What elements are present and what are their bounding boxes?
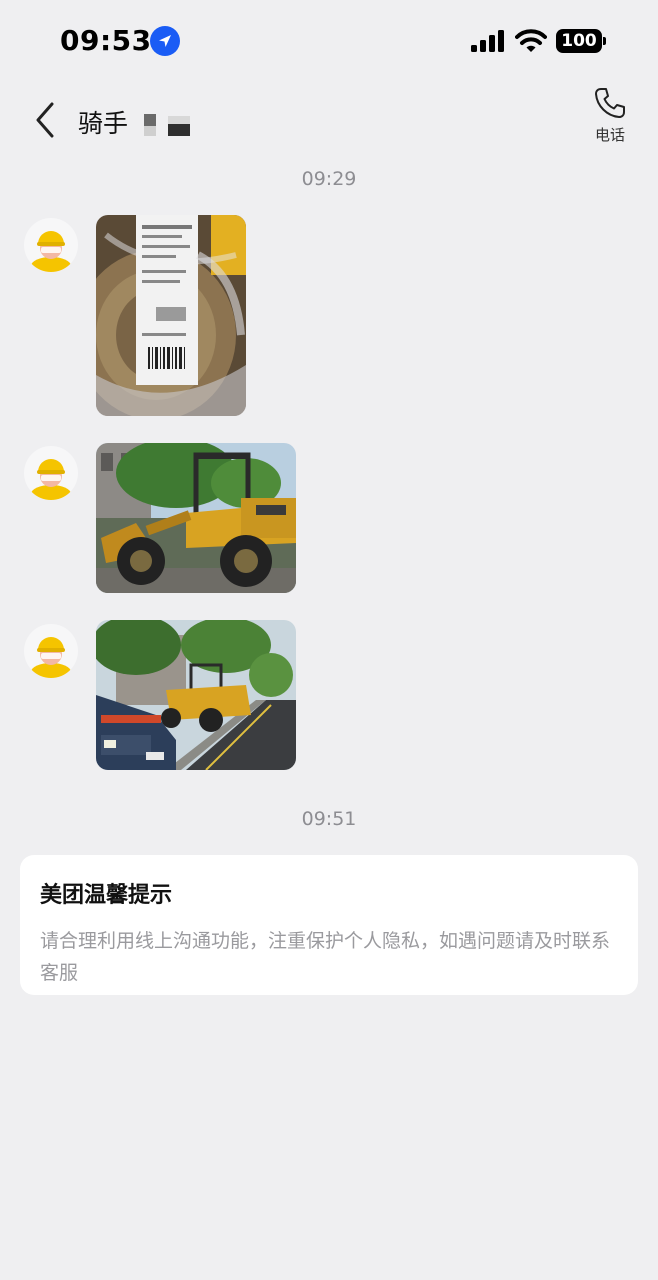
timestamp: 09:29 [301, 168, 357, 190]
avatar[interactable] [24, 446, 78, 500]
timestamp: 09:51 [301, 808, 357, 830]
status-bar: 09:53 100 [0, 0, 658, 84]
tip-body: 请合理利用线上沟通功能，注重保护个人隐私，如遇问题请及时联系客服 [40, 930, 611, 984]
chat-screen: 09:53 100 骑手 电话 09:29 09:51 美团温馨提示 请合理利用… [0, 0, 658, 1280]
page-title: 骑手 [78, 109, 129, 138]
image-message-street[interactable] [96, 620, 296, 770]
location-arrow-icon [150, 26, 180, 56]
phone-icon [584, 86, 636, 120]
avatar[interactable] [24, 218, 78, 272]
battery-icon: 100 [556, 29, 606, 53]
call-label: 电话 [594, 126, 625, 144]
avatar[interactable] [24, 624, 78, 678]
back-chevron-icon[interactable] [30, 100, 60, 140]
image-message-loader[interactable] [96, 443, 296, 593]
status-time: 09:53 [60, 24, 152, 57]
system-tip-card: 美团温馨提示 请合理利用线上沟通功能，注重保护个人隐私，如遇问题请及时联系客服 [20, 855, 638, 995]
cellular-signal-icon [470, 30, 506, 52]
call-button[interactable]: 电话 [584, 86, 636, 152]
wifi-icon [515, 28, 547, 54]
image-message-package[interactable] [96, 215, 246, 416]
tip-title: 美团温馨提示 [40, 883, 173, 908]
name-mosaic [140, 114, 196, 138]
